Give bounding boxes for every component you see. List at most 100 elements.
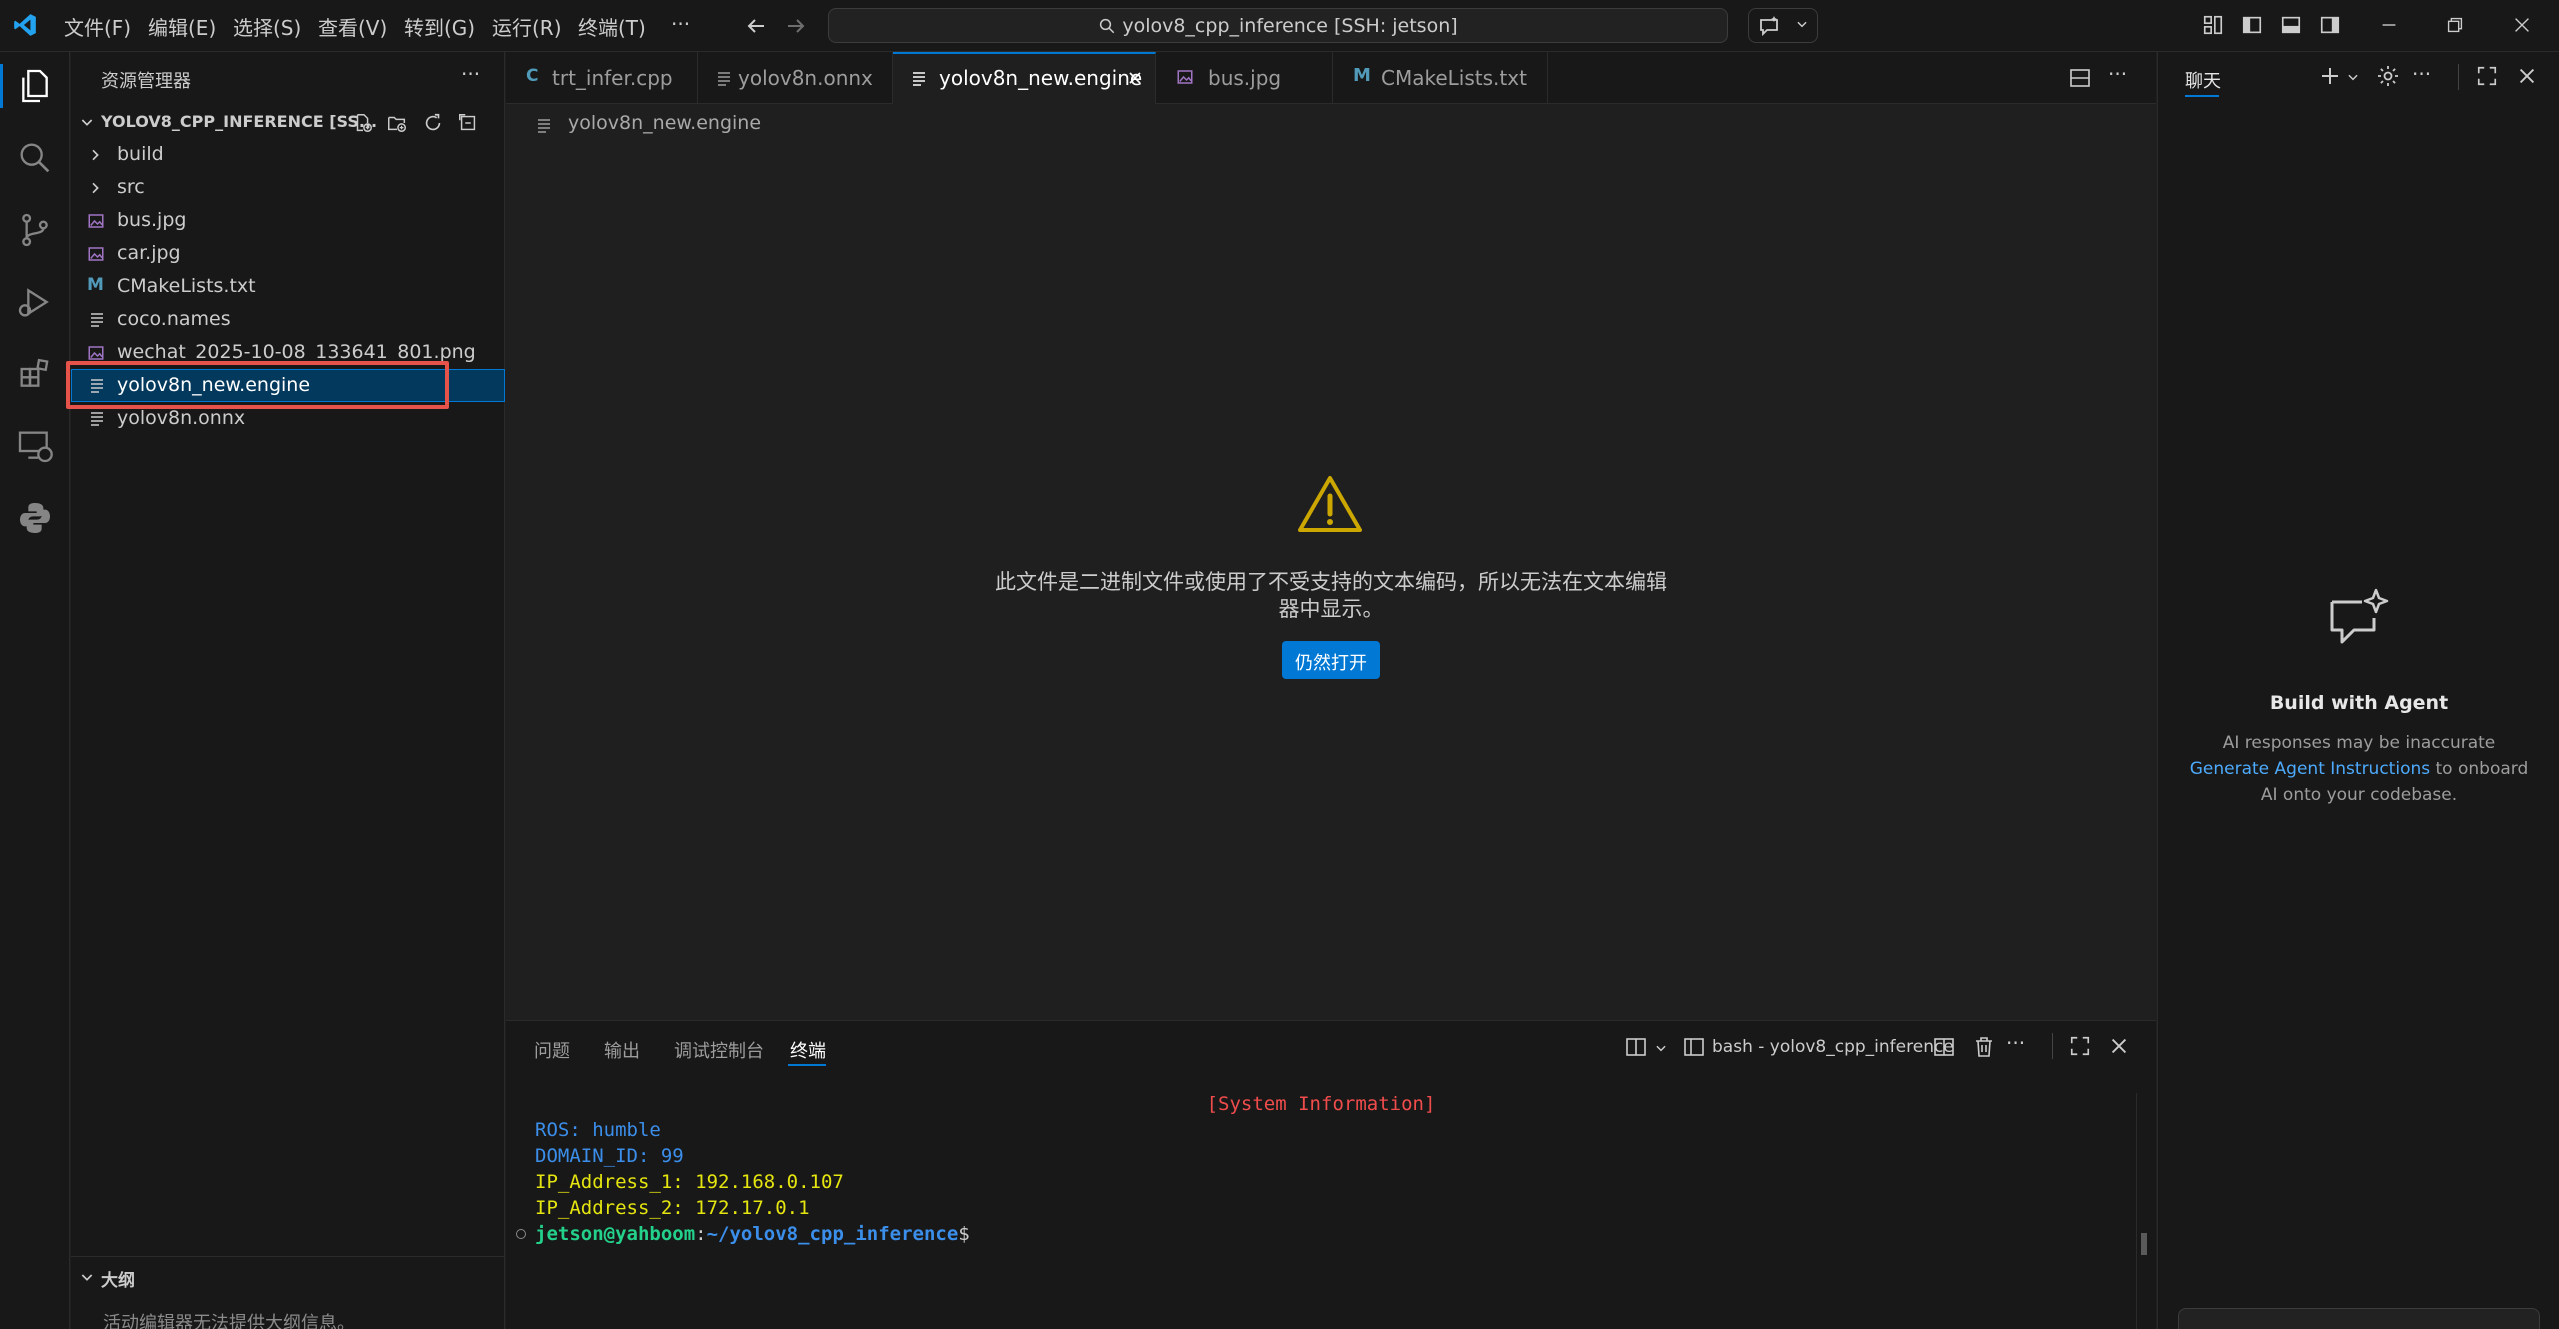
menu-edit[interactable]: 编辑(E) — [148, 12, 216, 41]
chat-title[interactable]: 聊天 — [2185, 67, 2221, 93]
cpp-icon: C — [526, 66, 539, 86]
tab-problems[interactable]: 问题 — [534, 1037, 570, 1063]
chevron-down-icon[interactable] — [1654, 1041, 1668, 1055]
tab-terminal[interactable]: 终端 — [790, 1037, 826, 1063]
chat-more-icon[interactable]: ··· — [2412, 62, 2431, 86]
split-editor-icon[interactable] — [2068, 66, 2092, 90]
terminal-scrollbar[interactable] — [2136, 1093, 2152, 1329]
menu-goto[interactable]: 转到(G) — [404, 12, 475, 41]
menu-terminal[interactable]: 终端(T) — [578, 12, 646, 41]
menu-more[interactable]: ··· — [671, 12, 690, 36]
text-file-icon — [91, 411, 105, 427]
maximize-panel-icon[interactable] — [2069, 1035, 2091, 1057]
tree-item-label: coco.names — [117, 308, 231, 330]
back-arrow-icon[interactable] — [744, 14, 768, 38]
remote-explorer-icon[interactable] — [15, 426, 55, 466]
tree-item-src[interactable]: src — [71, 171, 505, 204]
python-icon[interactable] — [15, 498, 55, 538]
tab-bus-jpg[interactable]: bus.jpg — [1156, 52, 1333, 104]
new-folder-icon[interactable] — [386, 112, 408, 134]
sidebar-more-icon[interactable]: ··· — [461, 62, 480, 86]
image-file-icon — [87, 344, 105, 362]
tree-item-label: bus.jpg — [117, 209, 187, 231]
copilot-button[interactable] — [1748, 8, 1818, 43]
split-terminal-icon[interactable] — [1932, 1035, 1956, 1059]
title-bar: 文件(F) 编辑(E) 选择(S) 查看(V) 转到(G) 运行(R) 终端(T… — [0, 0, 2559, 52]
vscode-logo-icon — [12, 12, 38, 38]
tab-yolov8n-onnx[interactable]: yolov8n.onnx — [698, 52, 893, 104]
scrollbar-thumb[interactable] — [2141, 1233, 2147, 1255]
terminal-name[interactable]: bash - yolov8_cpp_inference — [1712, 1037, 1954, 1057]
active-indicator — [0, 64, 3, 108]
tree-item-label: CMakeLists.txt — [117, 275, 256, 297]
tree-item-build[interactable]: build — [71, 138, 505, 171]
bottom-panel: 问题 输出 调试控制台 终端 bash - yolov8_cpp_inferen… — [506, 1020, 2156, 1329]
editor-more-icon[interactable]: ··· — [2108, 62, 2127, 86]
close-panel-icon[interactable] — [2108, 1035, 2130, 1057]
close-window-icon[interactable] — [2511, 14, 2533, 36]
tab-yolov8n-new-engine[interactable]: yolov8n_new.engine — [893, 52, 1156, 104]
workspace-root-label: YOLOV8_CPP_INFERENCE [SS... — [101, 112, 378, 131]
new-file-icon[interactable] — [352, 112, 374, 134]
close-chat-icon[interactable] — [2516, 65, 2538, 87]
search-icon[interactable] — [15, 138, 55, 178]
chevron-down-icon — [79, 1269, 95, 1285]
explorer-icon[interactable] — [15, 66, 55, 106]
tree-item-coco-names[interactable]: coco.names — [71, 303, 505, 336]
sidebar-title: 资源管理器 — [101, 71, 191, 92]
outline-header[interactable]: 大纲 — [71, 1260, 505, 1293]
tree-item-cmakelists[interactable]: M CMakeLists.txt — [71, 270, 505, 303]
terminal-line-domain: DOMAIN_ID: 99 — [535, 1145, 684, 1167]
toggle-primary-sidebar-icon[interactable] — [2241, 14, 2263, 36]
image-file-icon — [1176, 68, 1194, 86]
extensions-icon[interactable] — [15, 354, 55, 394]
tree-item-bus-jpg[interactable]: bus.jpg — [71, 204, 505, 237]
menu-run[interactable]: 运行(R) — [492, 12, 562, 41]
tab-debug-console[interactable]: 调试控制台 — [674, 1037, 764, 1063]
menu-view[interactable]: 查看(V) — [318, 12, 387, 41]
tree-item-yolov8n-onnx[interactable]: yolov8n.onnx — [71, 402, 505, 435]
search-icon — [1098, 17, 1116, 35]
image-file-icon — [87, 245, 105, 263]
chevron-down-icon — [79, 114, 95, 130]
terminal-prompt[interactable]: jetson@yahboom:~/yolov8_cpp_inference$ — [535, 1223, 970, 1245]
generate-agent-instructions-link[interactable]: Generate Agent Instructions — [2190, 759, 2430, 779]
run-debug-icon[interactable] — [15, 282, 55, 322]
command-center[interactable]: yolov8_cpp_inference [SSH: jetson] — [828, 8, 1728, 43]
toggle-secondary-sidebar-icon[interactable] — [2319, 14, 2341, 36]
text-file-icon — [91, 312, 105, 328]
new-terminal-layout-icon[interactable] — [1624, 1035, 1648, 1059]
tab-trt-infer-cpp[interactable]: C trt_infer.cpp — [506, 52, 698, 104]
trash-icon[interactable] — [1972, 1035, 1996, 1059]
agent-chat-icon — [2326, 588, 2392, 648]
tree-item-label: car.jpg — [117, 242, 181, 264]
menu-file[interactable]: 文件(F) — [64, 12, 131, 41]
tree-item-label: wechat_2025-10-08_133641_801.png — [117, 341, 476, 363]
minimize-icon[interactable] — [2378, 14, 2400, 36]
collapse-all-icon[interactable] — [457, 112, 479, 134]
panel-more-icon[interactable]: ··· — [2006, 1031, 2025, 1055]
toggle-panel-icon[interactable] — [2280, 14, 2302, 36]
tab-output[interactable]: 输出 — [604, 1037, 640, 1063]
forward-arrow-icon[interactable] — [784, 14, 808, 38]
prompt-user: jetson@yahboom — [535, 1223, 696, 1245]
terminal-line-ip2: IP_Address_2: 172.17.0.1 — [535, 1197, 810, 1219]
open-anyway-button[interactable]: 仍然打开 — [1282, 641, 1380, 679]
tree-item-car-jpg[interactable]: car.jpg — [71, 237, 505, 270]
divider — [71, 1256, 505, 1257]
maximize-chat-icon[interactable] — [2476, 65, 2498, 87]
chevron-down-icon[interactable] — [2346, 70, 2360, 84]
chat-input-box[interactable] — [2178, 1308, 2540, 1329]
customize-layout-icon[interactable] — [2202, 14, 2224, 36]
new-chat-icon[interactable] — [2318, 64, 2342, 88]
gear-icon[interactable] — [2376, 64, 2400, 88]
chat-title-underline — [2185, 95, 2219, 97]
source-control-icon[interactable] — [15, 210, 55, 250]
refresh-icon[interactable] — [422, 112, 444, 134]
active-tab-underline — [788, 1064, 826, 1066]
menu-selection[interactable]: 选择(S) — [233, 12, 301, 41]
workspace-root[interactable]: YOLOV8_CPP_INFERENCE [SS... — [71, 105, 505, 138]
restore-icon[interactable] — [2444, 14, 2466, 36]
tab-cmakelists[interactable]: M CMakeLists.txt — [1333, 52, 1548, 104]
close-tab-icon[interactable] — [1125, 68, 1145, 88]
